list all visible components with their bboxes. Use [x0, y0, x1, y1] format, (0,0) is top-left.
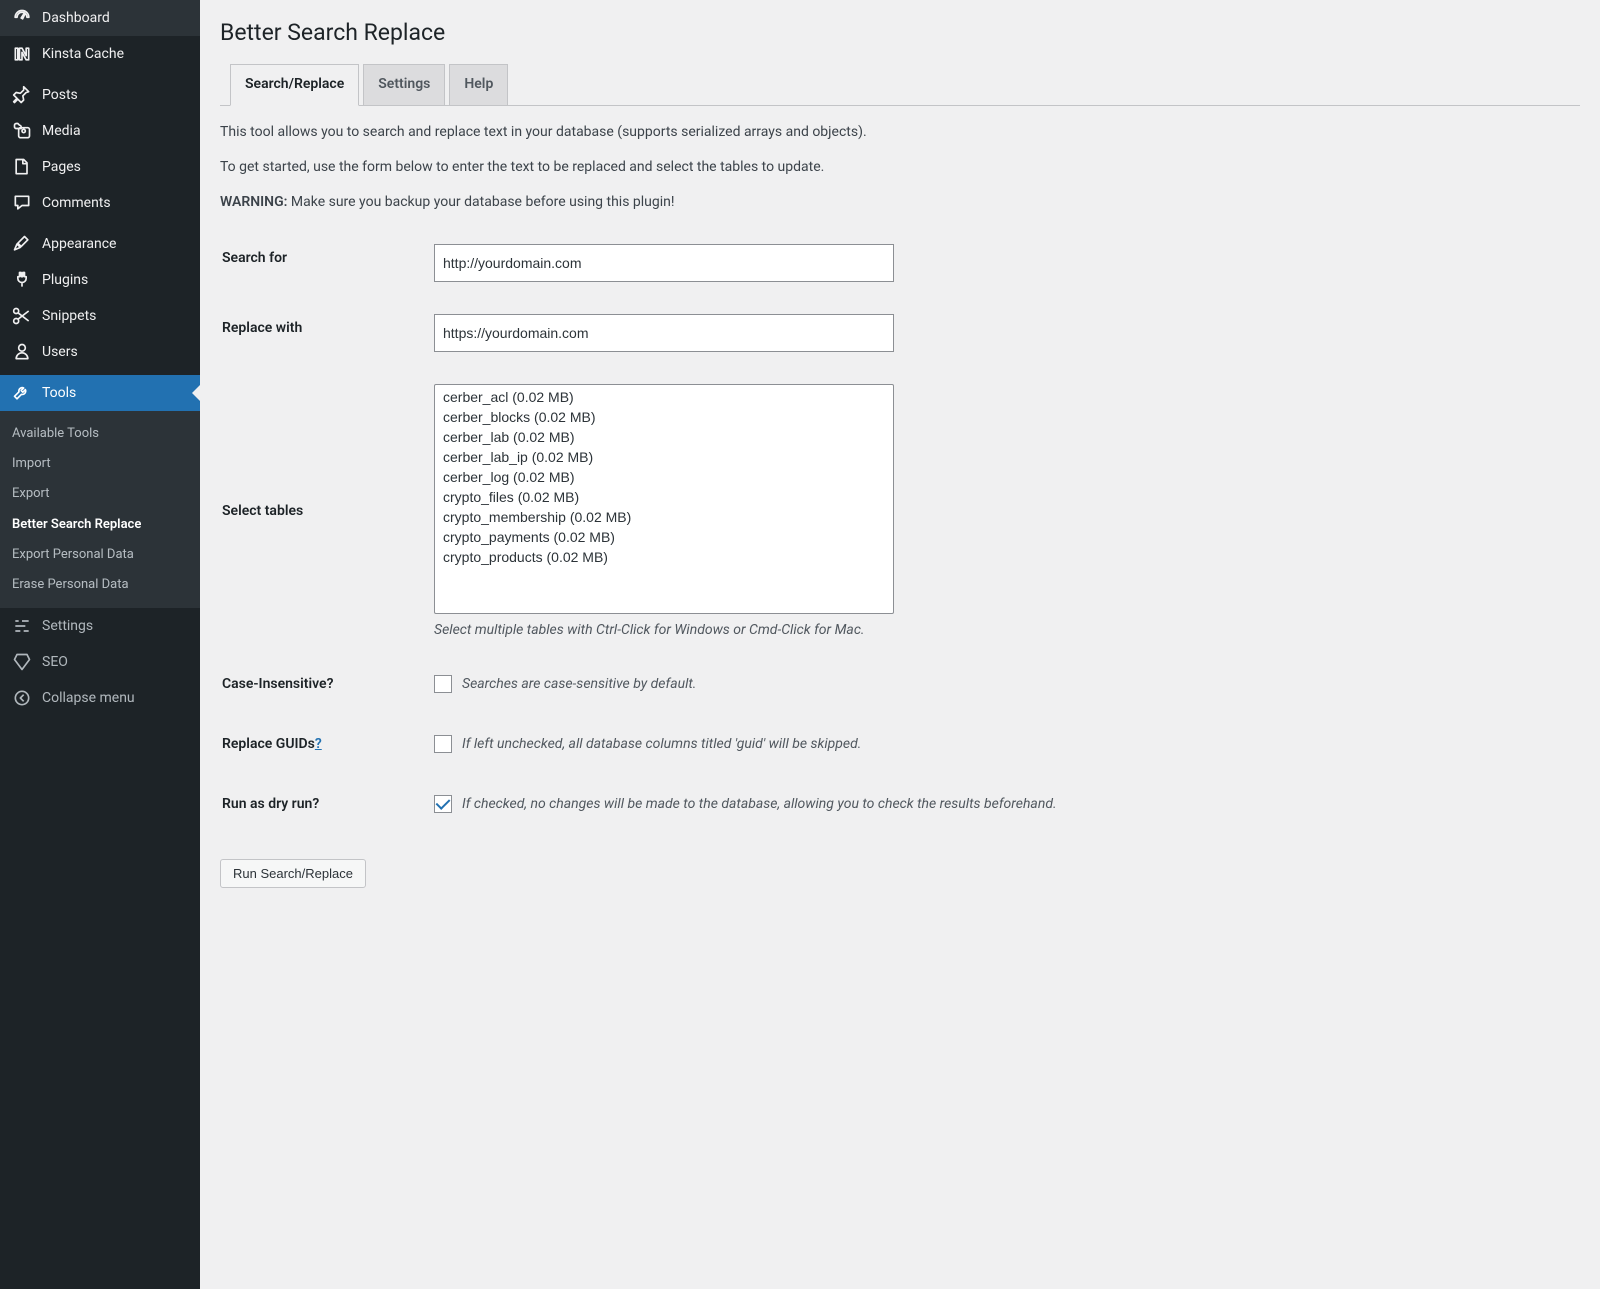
plug-icon: [12, 270, 32, 290]
select-tables-input[interactable]: cerber_acl (0.02 MB)cerber_blocks (0.02 …: [434, 384, 894, 614]
comment-icon: [12, 193, 32, 213]
sidebar-item-label: Dashboard: [42, 10, 110, 26]
submenu: Available ToolsImportExportBetter Search…: [0, 411, 200, 608]
dashboard-icon: [12, 8, 32, 28]
sidebar-item-users[interactable]: Users: [0, 334, 200, 370]
replace-guids-checkbox[interactable]: [434, 735, 452, 753]
tab-wrapper: Search/ReplaceSettingsHelp: [220, 64, 1580, 106]
dry-run-label: Run as dry run?: [222, 775, 422, 833]
pages-icon: [12, 157, 32, 177]
sidebar-item-pages[interactable]: Pages: [0, 149, 200, 185]
sidebar-item-label: Pages: [42, 159, 81, 175]
submenu-item-export-personal-data[interactable]: Export Personal Data: [0, 540, 200, 570]
table-option[interactable]: crypto_files (0.02 MB): [437, 487, 891, 507]
seo-icon: [12, 652, 32, 672]
brush-icon: [12, 234, 32, 254]
tab-search-replace[interactable]: Search/Replace: [230, 64, 359, 106]
submenu-item-better-search-replace[interactable]: Better Search Replace: [0, 510, 200, 540]
sidebar-item-label: Media: [42, 123, 81, 139]
sliders-icon: [12, 616, 32, 636]
sidebar-item-label: Posts: [42, 87, 78, 103]
tab-help[interactable]: Help: [449, 64, 508, 106]
wrench-icon: [12, 383, 32, 403]
media-icon: [12, 121, 32, 141]
dry-run-checkbox[interactable]: [434, 795, 452, 813]
sidebar-item-collapse-menu[interactable]: Collapse menu: [0, 680, 200, 716]
user-icon: [12, 342, 32, 362]
sidebar-item-label: Snippets: [42, 308, 96, 324]
sidebar-item-dashboard[interactable]: Dashboard: [0, 0, 200, 36]
sidebar-item-comments[interactable]: Comments: [0, 185, 200, 221]
intro-line2: To get started, use the form below to en…: [220, 157, 1580, 178]
sidebar-item-label: Collapse menu: [42, 690, 135, 706]
table-option[interactable]: crypto_payments (0.02 MB): [437, 527, 891, 547]
replace-with-label: Replace with: [222, 299, 422, 367]
page-title: Better Search Replace: [220, 10, 1580, 50]
sidebar-item-media[interactable]: Media: [0, 113, 200, 149]
sidebar-item-snippets[interactable]: Snippets: [0, 298, 200, 334]
table-option[interactable]: cerber_lab_ip (0.02 MB): [437, 447, 891, 467]
collapse-icon: [12, 688, 32, 708]
intro-text: This tool allows you to search and repla…: [220, 122, 1580, 213]
tab-settings[interactable]: Settings: [363, 64, 445, 106]
warning-text: Make sure you backup your database befor…: [287, 194, 674, 210]
sidebar-item-label: SEO: [42, 654, 68, 670]
submit-button[interactable]: Run Search/Replace: [220, 859, 366, 888]
submenu-item-import[interactable]: Import: [0, 449, 200, 479]
case-insensitive-checkbox[interactable]: [434, 675, 452, 693]
submenu-item-export[interactable]: Export: [0, 479, 200, 509]
table-option[interactable]: crypto_products (0.02 MB): [437, 547, 891, 567]
replace-guids-label: Replace GUIDs?: [222, 715, 422, 773]
scissors-icon: [12, 306, 32, 326]
sidebar-item-tools[interactable]: Tools: [0, 375, 200, 411]
dry-run-desc: If checked, no changes will be made to t…: [462, 796, 1057, 812]
search-for-input[interactable]: [434, 244, 894, 282]
warning-label: WARNING:: [220, 194, 287, 210]
main-content: Better Search Replace Search/ReplaceSett…: [200, 0, 1600, 1289]
table-option[interactable]: crypto_membership (0.02 MB): [437, 507, 891, 527]
case-insensitive-label: Case-Insensitive?: [222, 655, 422, 713]
case-insensitive-desc: Searches are case-sensitive by default.: [462, 676, 696, 692]
search-for-label: Search for: [222, 229, 422, 297]
admin-sidebar: Dashboard Kinsta Cache Posts Media Pages Comm…: [0, 0, 200, 1289]
pin-icon: [12, 85, 32, 105]
form-table: Search for Replace with Select tables ce…: [220, 227, 1580, 836]
table-option[interactable]: cerber_blocks (0.02 MB): [437, 407, 891, 427]
sidebar-item-appearance[interactable]: Appearance: [0, 226, 200, 262]
sidebar-item-seo[interactable]: SEO: [0, 644, 200, 680]
replace-guids-help-link[interactable]: ?: [315, 736, 322, 752]
table-option[interactable]: cerber_lab (0.02 MB): [437, 427, 891, 447]
sidebar-item-posts[interactable]: Posts: [0, 77, 200, 113]
replace-guids-desc: If left unchecked, all database columns …: [462, 736, 861, 752]
sidebar-item-kinsta-cache[interactable]: Kinsta Cache: [0, 36, 200, 72]
select-tables-hint: Select multiple tables with Ctrl-Click f…: [434, 622, 1568, 638]
submenu-item-available-tools[interactable]: Available Tools: [0, 419, 200, 449]
intro-warning: WARNING: Make sure you backup your datab…: [220, 192, 1580, 213]
table-option[interactable]: cerber_acl (0.02 MB): [437, 387, 891, 407]
table-option[interactable]: cerber_log (0.02 MB): [437, 467, 891, 487]
replace-with-input[interactable]: [434, 314, 894, 352]
sidebar-item-plugins[interactable]: Plugins: [0, 262, 200, 298]
intro-line1: This tool allows you to search and repla…: [220, 122, 1580, 143]
sidebar-item-label: Settings: [42, 618, 93, 634]
kinsta-icon: [12, 44, 32, 64]
sidebar-item-label: Appearance: [42, 236, 116, 252]
sidebar-item-label: Comments: [42, 195, 111, 211]
select-tables-label: Select tables: [222, 369, 422, 653]
sidebar-item-label: Kinsta Cache: [42, 46, 124, 62]
sidebar-item-label: Tools: [42, 385, 76, 401]
sidebar-item-settings[interactable]: Settings: [0, 608, 200, 644]
submenu-item-erase-personal-data[interactable]: Erase Personal Data: [0, 570, 200, 600]
sidebar-item-label: Users: [42, 344, 78, 360]
sidebar-item-label: Plugins: [42, 272, 88, 288]
